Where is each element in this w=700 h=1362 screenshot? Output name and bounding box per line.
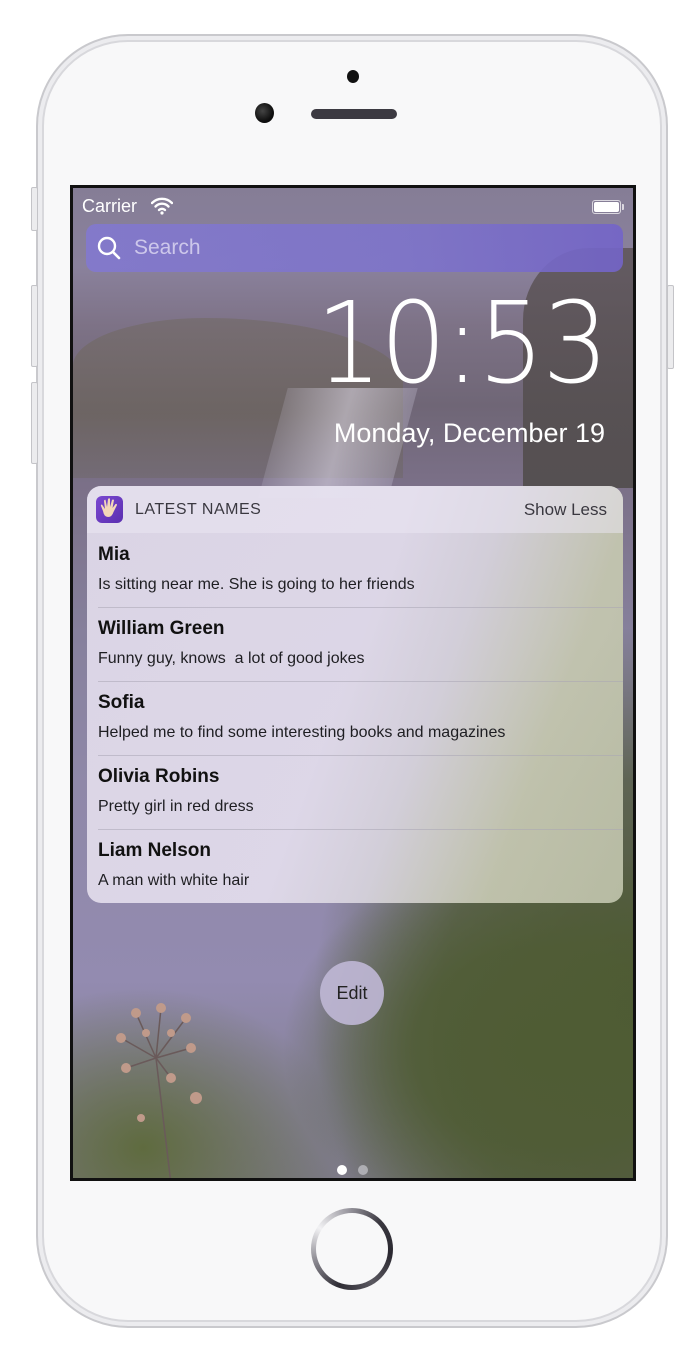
widget-header: LATEST NAMES Show Less [87,486,623,533]
list-item[interactable]: Liam Nelson A man with white hair [87,829,623,903]
item-name: Liam Nelson [98,840,211,861]
item-description: Funny guy, knows a lot of good jokes [98,650,365,667]
edit-button[interactable]: Edit [320,961,384,1025]
item-name: Sofia [98,692,145,713]
wifi-icon [151,197,173,215]
item-description: Pretty girl in red dress [98,798,254,815]
carrier-label: Carrier [82,196,138,216]
home-button[interactable] [311,1208,393,1290]
page-dot-inactive[interactable] [358,1165,368,1175]
lock-screen: Carrier Search 10:53 Monday, December 19 [70,185,636,1181]
list-item[interactable]: William Green Funny guy, knows a lot of … [87,607,623,681]
power-button[interactable] [667,285,674,369]
names-list: Mia Is sitting near me. She is going to … [87,533,623,903]
volume-down-button[interactable] [31,382,38,464]
mute-switch[interactable] [31,187,38,231]
search-input[interactable]: Search [86,224,623,272]
battery-full-icon [592,200,624,214]
item-name: Olivia Robins [98,766,220,787]
search-icon [97,236,121,260]
volume-up-button[interactable] [31,285,38,367]
item-description: Helped me to find some interesting books… [98,724,506,741]
proximity-sensor [347,70,359,83]
page-indicator[interactable] [337,1162,379,1175]
search-placeholder: Search [134,236,201,259]
item-name: Mia [98,544,130,565]
front-camera [255,103,274,123]
item-name: William Green [98,618,225,639]
list-item[interactable]: Mia Is sitting near me. She is going to … [87,533,623,607]
lock-clock: 10:53 [316,279,609,409]
item-description: A man with white hair [98,872,250,889]
show-less-button[interactable]: Show Less [524,500,607,520]
item-description: Is sitting near me. She is going to her … [98,576,415,593]
status-bar: Carrier [73,188,633,224]
earpiece-speaker [311,109,397,119]
list-item[interactable]: Olivia Robins Pretty girl in red dress [87,755,623,829]
list-item[interactable]: Sofia Helped me to find some interesting… [87,681,623,755]
hand-icon [96,496,123,523]
lock-date: Monday, December 19 [333,418,605,448]
wallpaper-flower [116,1003,202,1178]
page-dot-active[interactable] [337,1165,347,1175]
latest-names-widget: LATEST NAMES Show Less Mia Is sitting ne… [87,486,623,903]
widget-title: LATEST NAMES [135,501,262,518]
